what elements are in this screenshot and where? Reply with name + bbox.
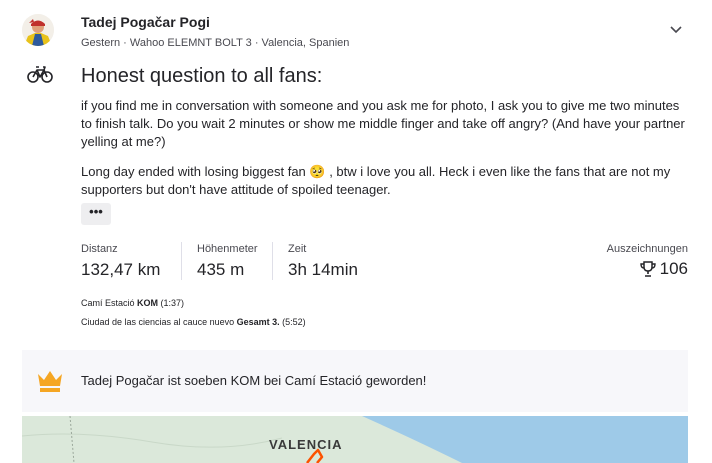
stat-divider bbox=[181, 242, 182, 280]
description-text: Long day ended with losing biggest fan bbox=[81, 164, 310, 179]
pleading-face-emoji: 🥺 bbox=[309, 164, 326, 179]
segment-effort-2[interactable]: Ciudad de las ciencias al cauce nuevo Ge… bbox=[81, 317, 306, 327]
achievements-count[interactable]: 106 bbox=[639, 259, 688, 279]
stat-divider bbox=[272, 242, 273, 280]
achievements-label: Auszeichnungen bbox=[606, 243, 688, 255]
segment-effort-1[interactable]: Camí Estació KOM (1:37) bbox=[81, 298, 184, 308]
distance-value: 132,47 km bbox=[81, 260, 161, 279]
athlete-name[interactable]: Tadej Pogačar Pogi bbox=[81, 14, 210, 30]
avatar-image bbox=[22, 14, 54, 46]
crown-icon bbox=[35, 367, 65, 393]
segment-badge: Gesamt 3. bbox=[236, 317, 280, 327]
more-button[interactable]: ••• bbox=[81, 203, 111, 225]
segment-badge: KOM bbox=[137, 298, 159, 308]
time-label: Zeit bbox=[288, 243, 307, 255]
activity-description-paragraph-1: if you find me in conversation with some… bbox=[81, 98, 685, 149]
athlete-avatar[interactable] bbox=[22, 14, 54, 46]
chevron-down-icon[interactable] bbox=[666, 20, 686, 40]
segment-name: Camí Estació bbox=[81, 298, 138, 308]
route-map[interactable] bbox=[22, 416, 688, 463]
kom-card-text: Tadej Pogačar ist soeben KOM bei Camí Es… bbox=[81, 373, 427, 388]
segment-time: (1:37) bbox=[158, 298, 185, 308]
segment-time: (5:52) bbox=[279, 317, 306, 327]
activity-meta: Gestern · Wahoo ELEMNT BOLT 3 · Valencia… bbox=[81, 37, 350, 49]
map-city-label: VALENCIA bbox=[269, 437, 343, 452]
time-value: 3h 14min bbox=[288, 260, 358, 279]
elevation-value: 435 m bbox=[197, 260, 245, 279]
distance-label: Distanz bbox=[81, 243, 118, 255]
achievements-value: 106 bbox=[659, 259, 688, 278]
elevation-label: Höhenmeter bbox=[197, 243, 258, 255]
activity-title[interactable]: Honest question to all fans: bbox=[81, 65, 322, 88]
trophy-icon bbox=[639, 260, 657, 278]
bicycle-icon bbox=[27, 64, 53, 84]
activity-description-paragraph-2: Long day ended with losing biggest fan 🥺… bbox=[81, 163, 693, 199]
segment-name: Ciudad de las ciencias al cauce nuevo bbox=[81, 317, 237, 327]
